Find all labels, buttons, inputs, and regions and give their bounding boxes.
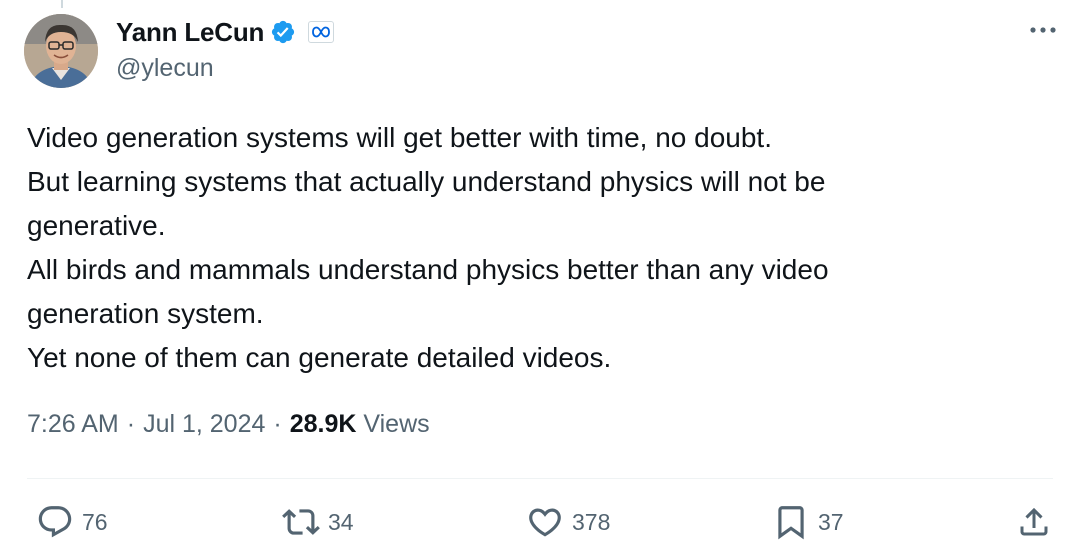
reply-count: 76 [82,508,108,535]
tweet-text-line: But learning systems that actually under… [27,166,826,197]
views-label: Views [363,410,430,438]
views-count: 28.9K [289,410,357,438]
views-group[interactable]: 28.9K Views [290,410,430,439]
author-display-name[interactable]: Yann LeCun [116,17,264,48]
like-button[interactable]: 378 [526,500,610,544]
tweet-text-line: generative. [27,210,166,241]
avatar-image [24,14,98,88]
tweet-text-line: Video generation systems will get better… [27,122,772,153]
author-name-row: Yann LeCun [116,14,335,50]
tweet-time[interactable]: 7:26 AM [27,410,119,439]
bookmark-button[interactable]: 37 [772,500,844,544]
meta-separator: · [126,410,136,438]
bookmark-count: 37 [818,508,844,535]
heart-icon [529,508,561,537]
meta-logo-icon[interactable] [308,21,335,43]
tweet-date[interactable]: Jul 1, 2024 [143,410,265,439]
tweet-meta: 7:26 AM · Jul 1, 2024 · 28.9K Views [27,410,430,439]
avatar[interactable] [24,14,98,88]
divider [27,478,1053,479]
reply-icon [38,506,72,538]
meta-separator: · [273,410,282,438]
repost-count: 34 [328,508,354,535]
share-icon [1020,507,1048,536]
verified-badge-icon[interactable] [270,19,296,45]
bookmark-icon [778,506,804,540]
reply-button[interactable]: 76 [36,500,108,544]
action-bar: 76 34 378 37 [0,500,1080,544]
like-count: 378 [572,508,611,535]
tweet-text-line: All birds and mammals understand physics… [27,254,829,285]
tweet-text-line: Yet none of them can generate detailed v… [27,342,612,373]
more-options-icon[interactable] [1028,18,1058,42]
author-handle[interactable]: @ylecun [116,54,214,83]
repost-icon [282,509,320,535]
share-button[interactable] [1016,500,1052,544]
tweet-text-line: generation system. [27,298,264,329]
tweet-text: Video generation systems will get better… [27,116,1047,380]
thread-connector-line [61,0,63,8]
repost-button[interactable]: 34 [282,500,354,544]
